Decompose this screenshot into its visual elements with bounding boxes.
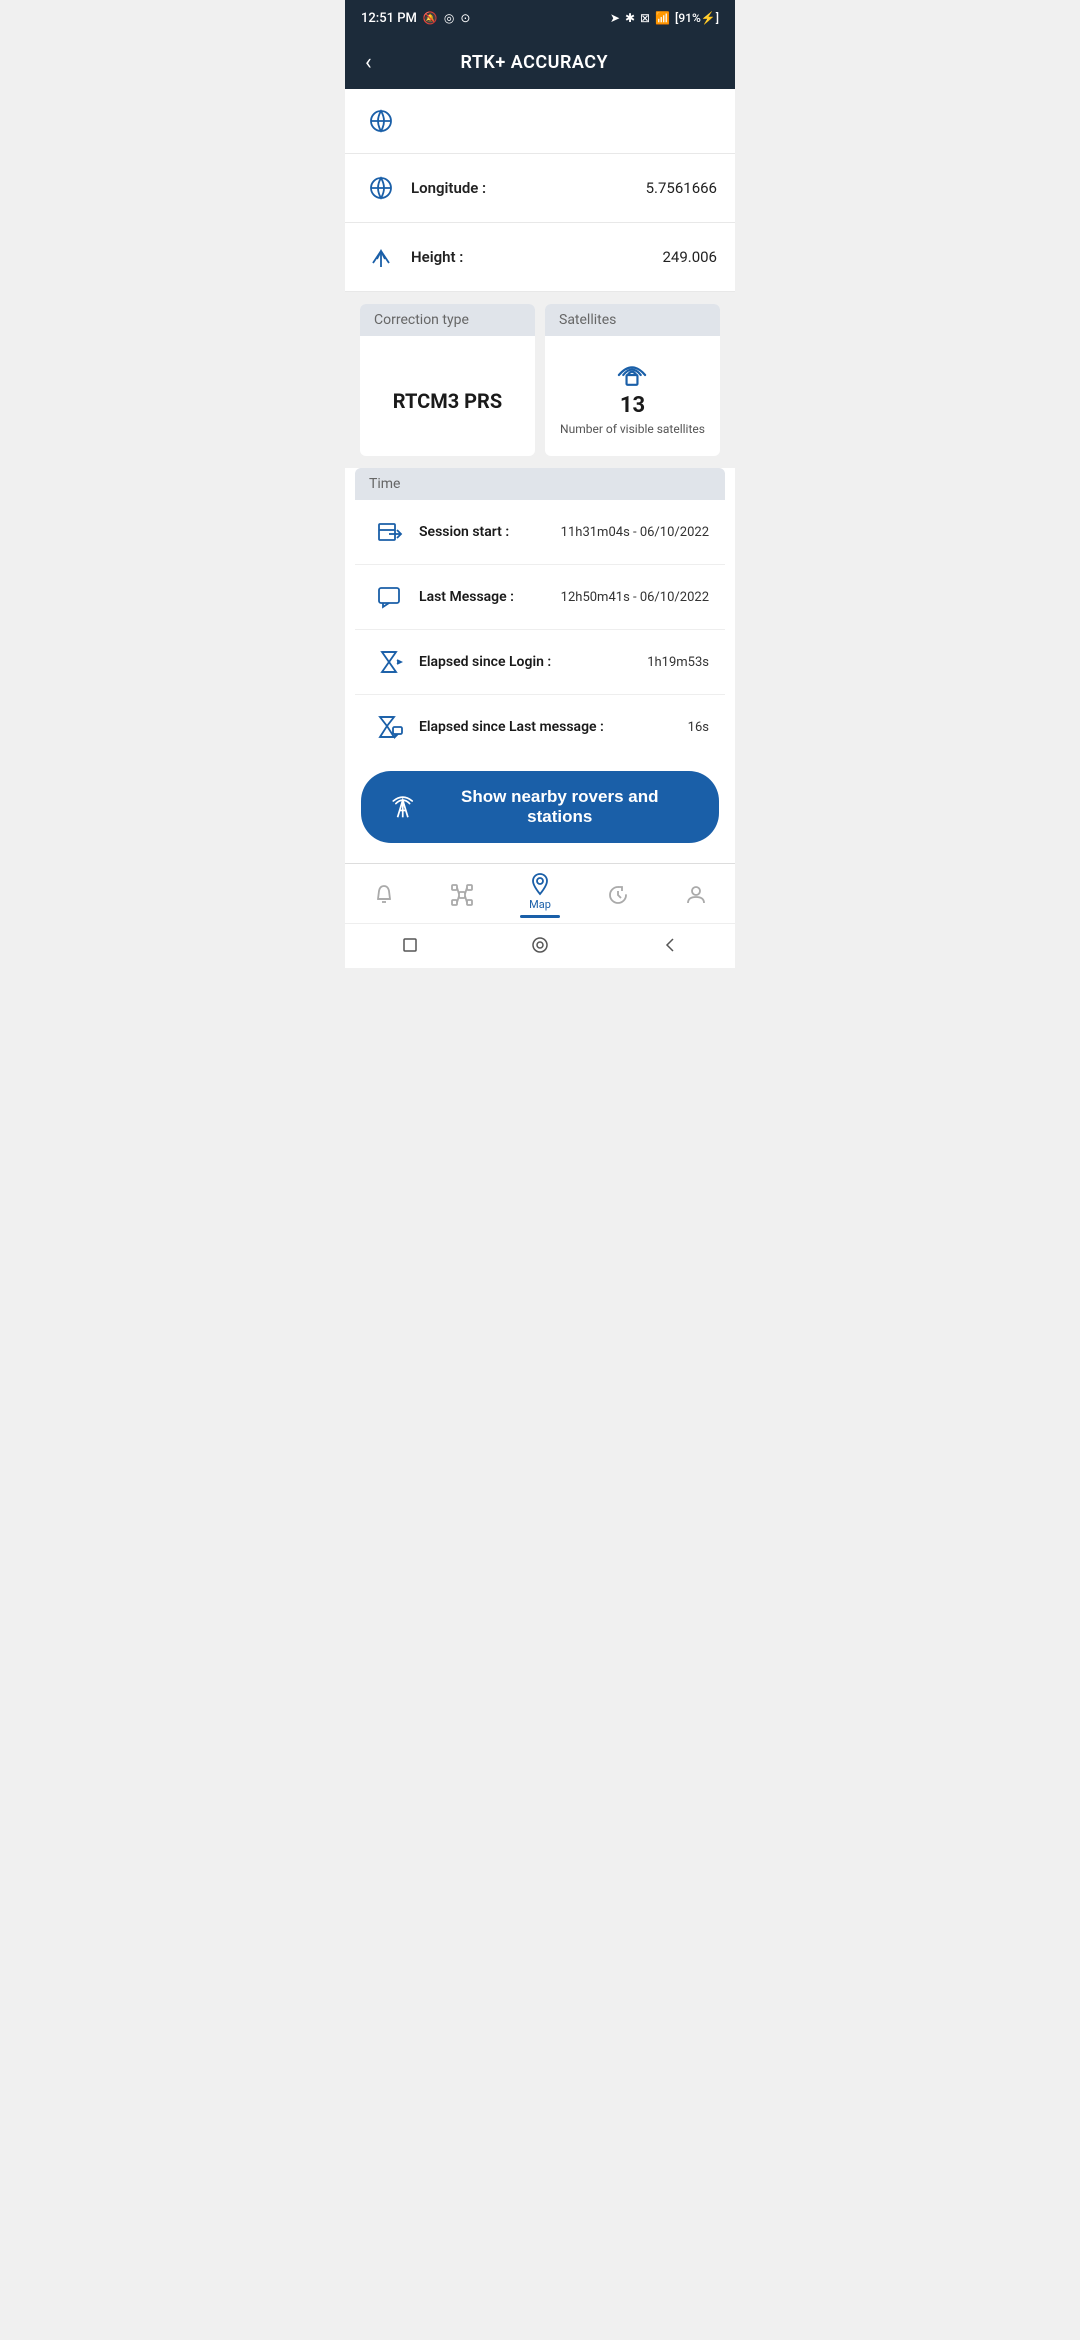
page-title: RTK+ ACCURACY	[384, 52, 685, 73]
last-message-value: 12h50m41s - 06/10/2022	[561, 590, 709, 605]
topology-icon	[450, 883, 474, 907]
back-button[interactable]: ‹	[365, 50, 372, 75]
android-home-button[interactable]	[529, 934, 551, 956]
status-bar: 12:51 PM 🔕 ◎ ⊙ ➤ ✱ ⊠ 📶 [91%⚡]	[345, 0, 735, 36]
elapsed-last-value: 16s	[688, 720, 709, 735]
elapsed-login-value: 1h19m53s	[647, 655, 709, 670]
bottom-nav: Map	[345, 863, 735, 923]
elapsed-last-row: Elapsed since Last message : 16s	[355, 695, 725, 759]
android-nav	[345, 923, 735, 968]
correction-card: Correction type RTCM3 PRS	[360, 304, 535, 456]
longitude-row: Longitude : 5.7561666	[345, 154, 735, 223]
partial-top-row	[345, 89, 735, 154]
nav-notifications[interactable]	[345, 883, 423, 907]
wifi-icon: 📶	[655, 11, 670, 25]
message-icon	[371, 579, 407, 615]
history-icon	[606, 883, 630, 907]
last-message-row: Last Message : 12h50m41s - 06/10/2022	[355, 565, 725, 630]
android-back-button[interactable]	[659, 934, 681, 956]
satellites-card-body: 13 Number of visible satellites	[545, 336, 720, 456]
session-start-row: Session start : 11h31m04s - 06/10/2022	[355, 500, 725, 565]
battery-icon: [91%⚡]	[675, 11, 719, 25]
show-nearby-button[interactable]: Show nearby rovers and stations	[361, 771, 719, 843]
time-section: Time Session start : 11h31m04s - 06/10/2…	[355, 468, 725, 759]
cards-row: Correction type RTCM3 PRS Satellites	[345, 292, 735, 468]
partial-icon	[363, 103, 399, 139]
height-label: Height :	[411, 248, 662, 266]
elapsed-login-label: Elapsed since Login :	[419, 653, 647, 671]
status-time: 12:51 PM	[361, 11, 417, 26]
nav-profile[interactable]	[657, 883, 735, 907]
satellites-card-header: Satellites	[545, 304, 720, 336]
session-start-value: 11h31m04s - 06/10/2022	[561, 525, 709, 540]
height-value: 249.006	[662, 248, 717, 266]
satellite-icon-wrap: 13 Number of visible satellites	[560, 357, 705, 436]
correction-value: RTCM3 PRS	[393, 389, 502, 413]
circle-icon: ◎	[444, 11, 454, 25]
android-stop-button[interactable]	[399, 934, 421, 956]
session-start-icon	[371, 514, 407, 550]
main-content: Longitude : 5.7561666 Height : 249.006 C…	[345, 89, 735, 863]
bluetooth-icon: ✱	[625, 11, 635, 25]
satellites-card: Satellites 13 Number of visible satellit…	[545, 304, 720, 456]
location-icon: ➤	[610, 11, 620, 25]
elapsed-login-icon	[371, 644, 407, 680]
nearby-icon	[389, 793, 416, 821]
battery-save-icon: ⊠	[640, 11, 650, 25]
map-active-indicator	[520, 915, 560, 918]
app-header: ‹ RTK+ ACCURACY	[345, 36, 735, 89]
elapsed-last-label: Elapsed since Last message :	[419, 718, 688, 736]
nav-map[interactable]: Map	[501, 872, 579, 918]
elapsed-last-icon	[371, 709, 407, 745]
longitude-value: 5.7561666	[646, 179, 717, 197]
map-nav-label: Map	[529, 898, 551, 911]
nav-topology[interactable]	[423, 883, 501, 907]
last-message-label: Last Message :	[419, 588, 561, 606]
longitude-label: Longitude :	[411, 179, 646, 197]
time-section-header: Time	[355, 468, 725, 500]
globe-icon	[363, 170, 399, 206]
correction-card-body: RTCM3 PRS	[360, 336, 535, 456]
show-nearby-label: Show nearby rovers and stations	[428, 787, 691, 827]
satellite-signal-icon	[608, 357, 656, 393]
bell-icon	[372, 883, 396, 907]
record-icon: ⊙	[460, 11, 470, 25]
session-start-label: Session start :	[419, 523, 561, 541]
height-icon	[363, 239, 399, 275]
elapsed-login-row: Elapsed since Login : 1h19m53s	[355, 630, 725, 695]
satellites-count: 13	[620, 393, 645, 418]
map-icon	[528, 872, 552, 896]
profile-icon	[684, 883, 708, 907]
mute-icon: 🔕	[423, 11, 438, 25]
nav-history[interactable]	[579, 883, 657, 907]
correction-card-header: Correction type	[360, 304, 535, 336]
height-row: Height : 249.006	[345, 223, 735, 292]
satellites-sub: Number of visible satellites	[560, 422, 705, 436]
